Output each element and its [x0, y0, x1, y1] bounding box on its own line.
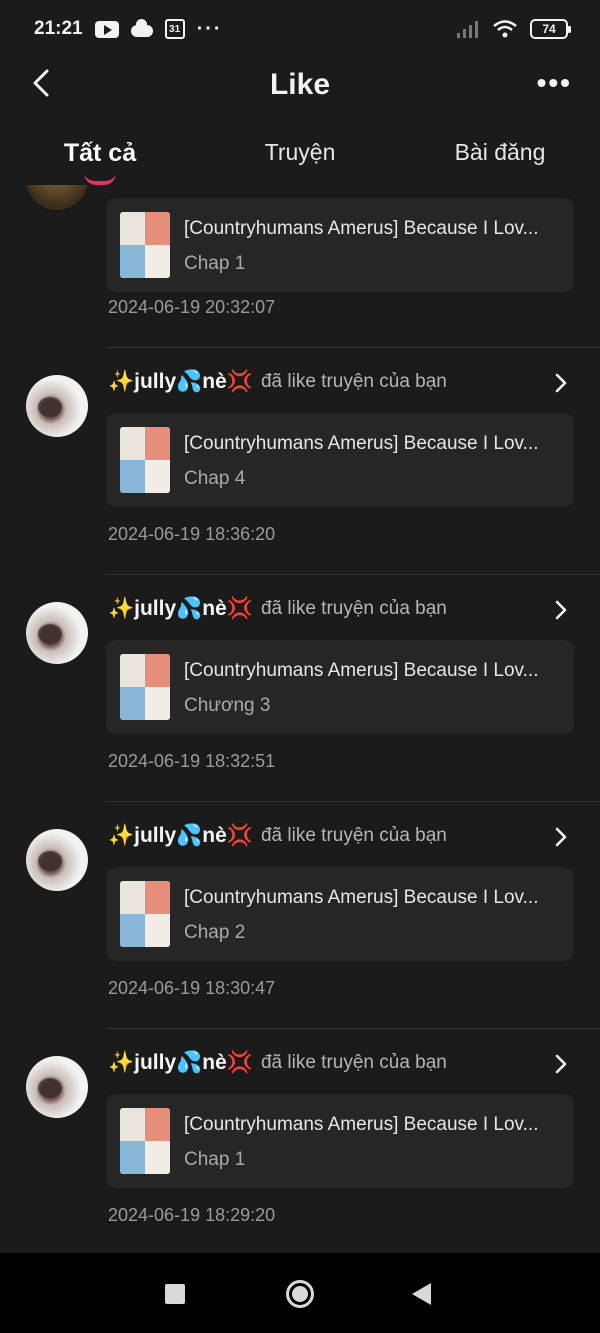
user-name[interactable]: ✨jully💦nè💢 — [108, 1051, 253, 1075]
divider — [106, 347, 600, 348]
story-card[interactable]: [Countryhumans Amerus] Because I Lov... … — [106, 1094, 574, 1188]
like-notification-text: ✨jully💦nè💢 đã like truyện của bạn — [108, 824, 447, 848]
divider — [106, 1028, 600, 1029]
user-name[interactable]: ✨jully💦nè💢 — [108, 370, 253, 394]
like-notification-text: ✨jully💦nè💢 đã like truyện của bạn — [108, 370, 447, 394]
story-card[interactable]: [Countryhumans Amerus] Because I Lov... … — [106, 198, 574, 292]
chevron-right-icon[interactable] — [554, 600, 568, 620]
avatar[interactable] — [26, 375, 88, 437]
avatar[interactable] — [26, 185, 88, 210]
app-header: Like ••• — [0, 58, 600, 112]
status-bar: 21:21 31 ··· 74 — [0, 0, 600, 58]
action-text: đã like truyện của bạn — [260, 1052, 447, 1073]
circle-icon[interactable] — [286, 1280, 314, 1308]
youtube-icon — [94, 20, 119, 38]
like-feed: [Countryhumans Amerus] Because I Lov... … — [0, 185, 600, 1253]
tab-stories-label: Truyện — [264, 139, 336, 165]
story-card[interactable]: [Countryhumans Amerus] Because I Lov... … — [106, 640, 574, 734]
wifi-icon — [493, 20, 517, 38]
user-name[interactable]: ✨jully💦nè💢 — [108, 597, 253, 621]
more-options-button[interactable]: ••• — [537, 68, 572, 98]
back-button[interactable] — [26, 68, 56, 98]
user-name[interactable]: ✨jully💦nè💢 — [108, 824, 253, 848]
tab-bar: Tất cả Truyện Bài đăng — [0, 125, 600, 185]
chevron-left-icon — [33, 69, 49, 97]
action-text: đã like truyện của bạn — [260, 598, 447, 619]
avatar[interactable] — [26, 602, 88, 664]
story-thumbnail — [120, 212, 170, 278]
story-thumbnail — [120, 654, 170, 720]
timestamp: 2024-06-19 18:30:47 — [108, 978, 276, 998]
story-thumbnail — [120, 427, 170, 493]
story-title: [Countryhumans Amerus] Because I Lov... — [184, 660, 539, 681]
action-text: đã like truyện của bạn — [260, 825, 447, 846]
story-card[interactable]: [Countryhumans Amerus] Because I Lov... … — [106, 867, 574, 961]
story-card[interactable]: [Countryhumans Amerus] Because I Lov... … — [106, 413, 574, 507]
like-notification-text: ✨jully💦nè💢 đã like truyện của bạn — [108, 597, 447, 621]
cloud-icon — [130, 19, 153, 37]
chevron-right-icon[interactable] — [554, 827, 568, 847]
story-title: [Countryhumans Amerus] Because I Lov... — [184, 433, 539, 454]
tab-all[interactable]: Tất cả — [0, 125, 200, 185]
timestamp: 2024-06-19 18:29:20 — [108, 1205, 276, 1225]
chevron-right-icon[interactable] — [554, 373, 568, 393]
system-nav-bar — [0, 1253, 600, 1333]
timestamp: 2024-06-19 20:32:07 — [108, 297, 276, 317]
more-notifications-icon: ··· — [196, 17, 223, 40]
chapter-label: Chap 2 — [184, 922, 246, 943]
story-title: [Countryhumans Amerus] Because I Lov... — [184, 1114, 539, 1135]
story-title: [Countryhumans Amerus] Because I Lov... — [184, 887, 539, 908]
story-thumbnail — [120, 1108, 170, 1174]
avatar[interactable] — [26, 1056, 88, 1118]
status-time: 21:21 — [34, 18, 83, 39]
like-notification-text: ✨jully💦nè💢 đã like truyện của bạn — [108, 1051, 447, 1075]
tab-posts[interactable]: Bài đăng — [400, 125, 600, 185]
triangle-back-icon[interactable] — [412, 1283, 431, 1305]
page-title: Like — [269, 68, 331, 101]
timestamp: 2024-06-19 18:36:20 — [108, 524, 276, 544]
chapter-label: Chương 3 — [184, 695, 271, 716]
calendar-icon: 31 — [164, 19, 185, 39]
tab-posts-label: Bài đăng — [454, 139, 546, 165]
story-title: [Countryhumans Amerus] Because I Lov... — [184, 218, 539, 239]
square-icon[interactable] — [165, 1284, 185, 1304]
battery-icon: 74 — [530, 19, 571, 39]
story-thumbnail — [120, 881, 170, 947]
divider — [106, 801, 600, 802]
chapter-label: Chap 1 — [184, 1149, 246, 1170]
timestamp: 2024-06-19 18:32:51 — [108, 751, 276, 771]
avatar[interactable] — [26, 829, 88, 891]
signal-icon — [457, 21, 478, 38]
tab-stories[interactable]: Truyện — [200, 125, 400, 185]
action-text: đã like truyện của bạn — [260, 371, 447, 392]
chapter-label: Chap 4 — [184, 468, 246, 489]
tab-all-label: Tất cả — [63, 139, 137, 167]
active-tab-indicator — [84, 173, 116, 185]
chevron-right-icon[interactable] — [554, 1054, 568, 1074]
divider — [106, 574, 600, 575]
chapter-label: Chap 1 — [184, 253, 246, 274]
